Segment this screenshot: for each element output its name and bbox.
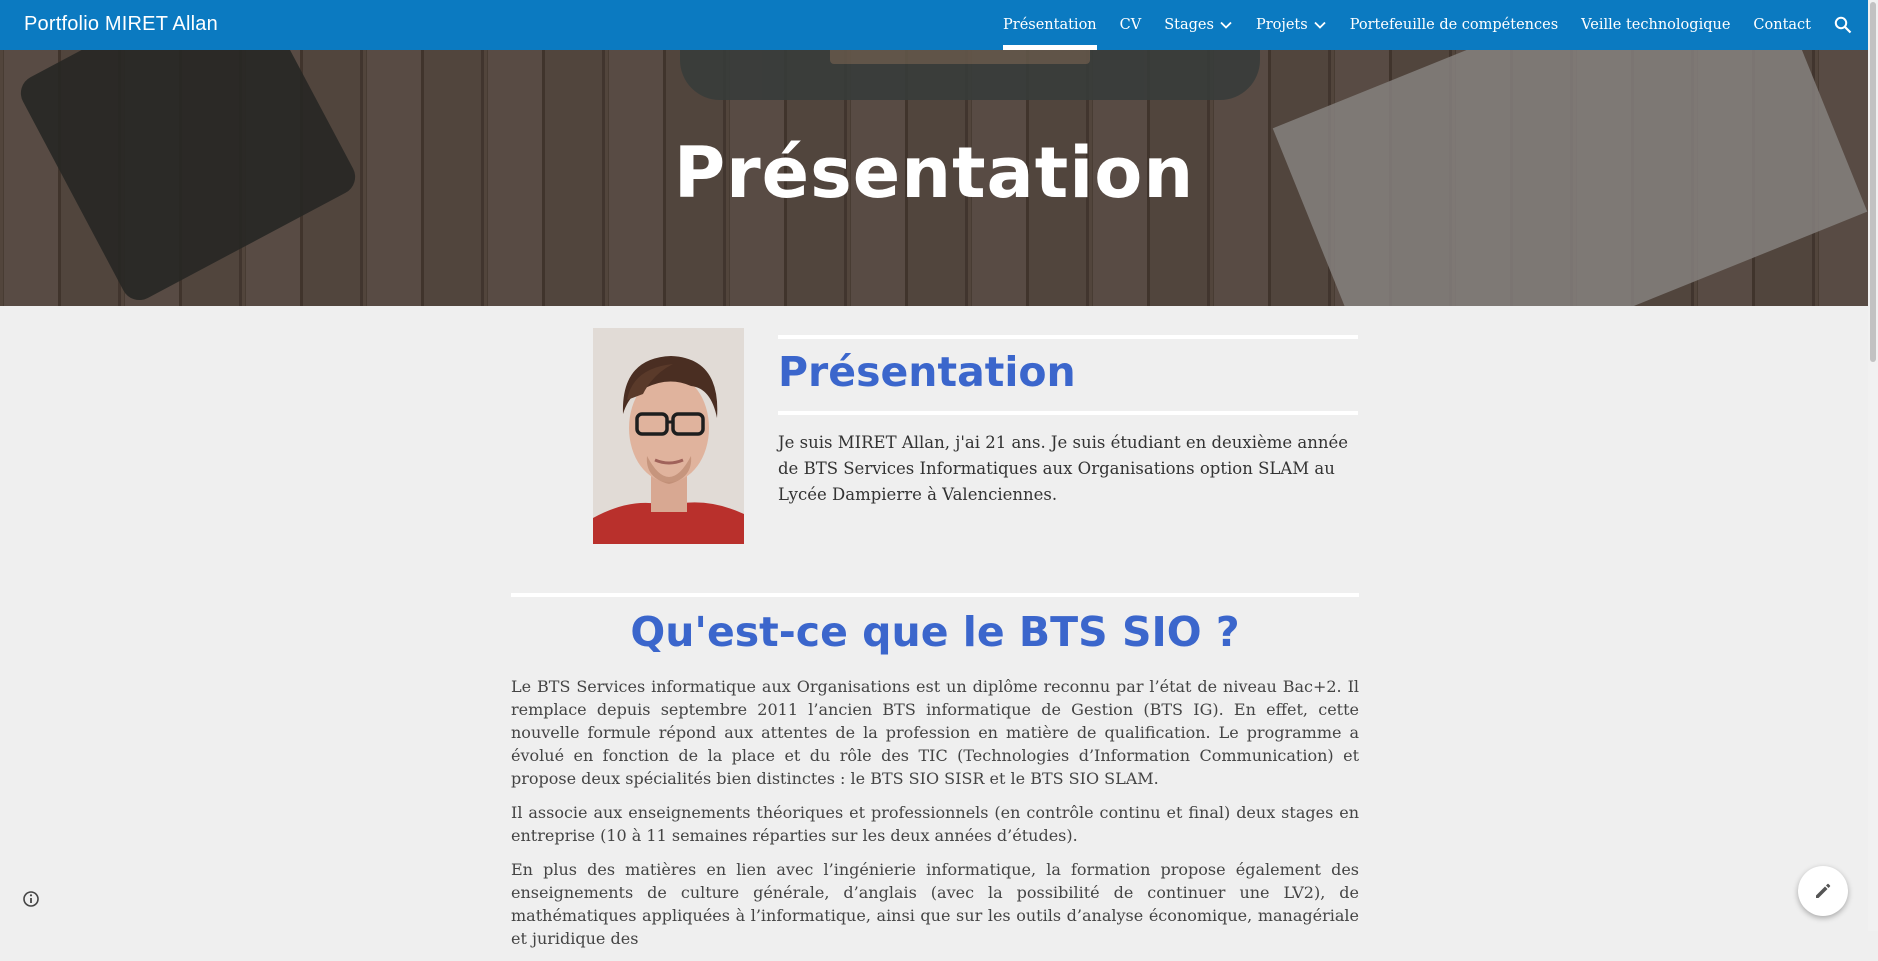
nav-item-stages[interactable]: Stages bbox=[1164, 0, 1233, 50]
nav-item-cv[interactable]: CV bbox=[1120, 0, 1142, 50]
nav-item-label: Projets bbox=[1255, 17, 1308, 33]
nav-item-veille[interactable]: Veille technologique bbox=[1581, 0, 1730, 50]
top-navigation-bar: Portfolio MIRET Allan Présentation CV St… bbox=[0, 0, 1868, 50]
profile-photo bbox=[593, 328, 744, 544]
nav-item-presentation[interactable]: Présentation bbox=[1003, 0, 1097, 50]
section-heading-bts: Qu'est-ce que le BTS SIO ? bbox=[630, 608, 1240, 656]
nav-item-label: Présentation bbox=[1003, 17, 1097, 33]
hero-title: Présentation bbox=[673, 132, 1195, 214]
page-scrollbar[interactable] bbox=[1868, 0, 1878, 931]
nav-item-label: CV bbox=[1119, 17, 1142, 33]
nav-item-label: Veille technologique bbox=[1581, 17, 1731, 33]
edit-button[interactable] bbox=[1798, 866, 1848, 916]
search-icon[interactable] bbox=[1834, 15, 1854, 35]
section-heading-presentation: Présentation bbox=[778, 348, 1076, 396]
nav-item-projets[interactable]: Projets bbox=[1256, 0, 1327, 50]
section-divider bbox=[778, 411, 1358, 415]
nav-item-label: Portefeuille de compétences bbox=[1349, 17, 1559, 33]
hero-banner: Présentation bbox=[0, 50, 1868, 306]
nav-item-label: Stages bbox=[1164, 17, 1214, 33]
paragraph: En plus des matières en lien avec l’ingé… bbox=[511, 860, 1359, 948]
paragraph: Il associe aux enseignements théoriques … bbox=[511, 803, 1359, 845]
nav-item-contact[interactable]: Contact bbox=[1753, 0, 1811, 50]
presentation-text: Je suis MIRET Allan, j'ai 21 ans. Je sui… bbox=[778, 433, 1349, 504]
info-icon[interactable] bbox=[22, 890, 40, 908]
chevron-down-icon[interactable] bbox=[1219, 18, 1233, 32]
paragraph: Le BTS Services informatique aux Organis… bbox=[511, 677, 1359, 788]
bts-description: Le BTS Services informatique aux Organis… bbox=[511, 675, 1359, 961]
nav-item-portefeuille[interactable]: Portefeuille de compétences bbox=[1350, 0, 1558, 50]
site-title[interactable]: Portfolio MIRET Allan bbox=[24, 13, 218, 36]
section-divider bbox=[778, 335, 1358, 339]
main-nav: Présentation CV Stages Projets Portefeui… bbox=[1003, 0, 1868, 50]
nav-item-label: Contact bbox=[1753, 17, 1811, 33]
pencil-icon bbox=[1816, 883, 1831, 898]
chevron-down-icon[interactable] bbox=[1313, 18, 1327, 32]
section-divider bbox=[511, 593, 1359, 597]
scrollbar-thumb[interactable] bbox=[1870, 2, 1876, 362]
